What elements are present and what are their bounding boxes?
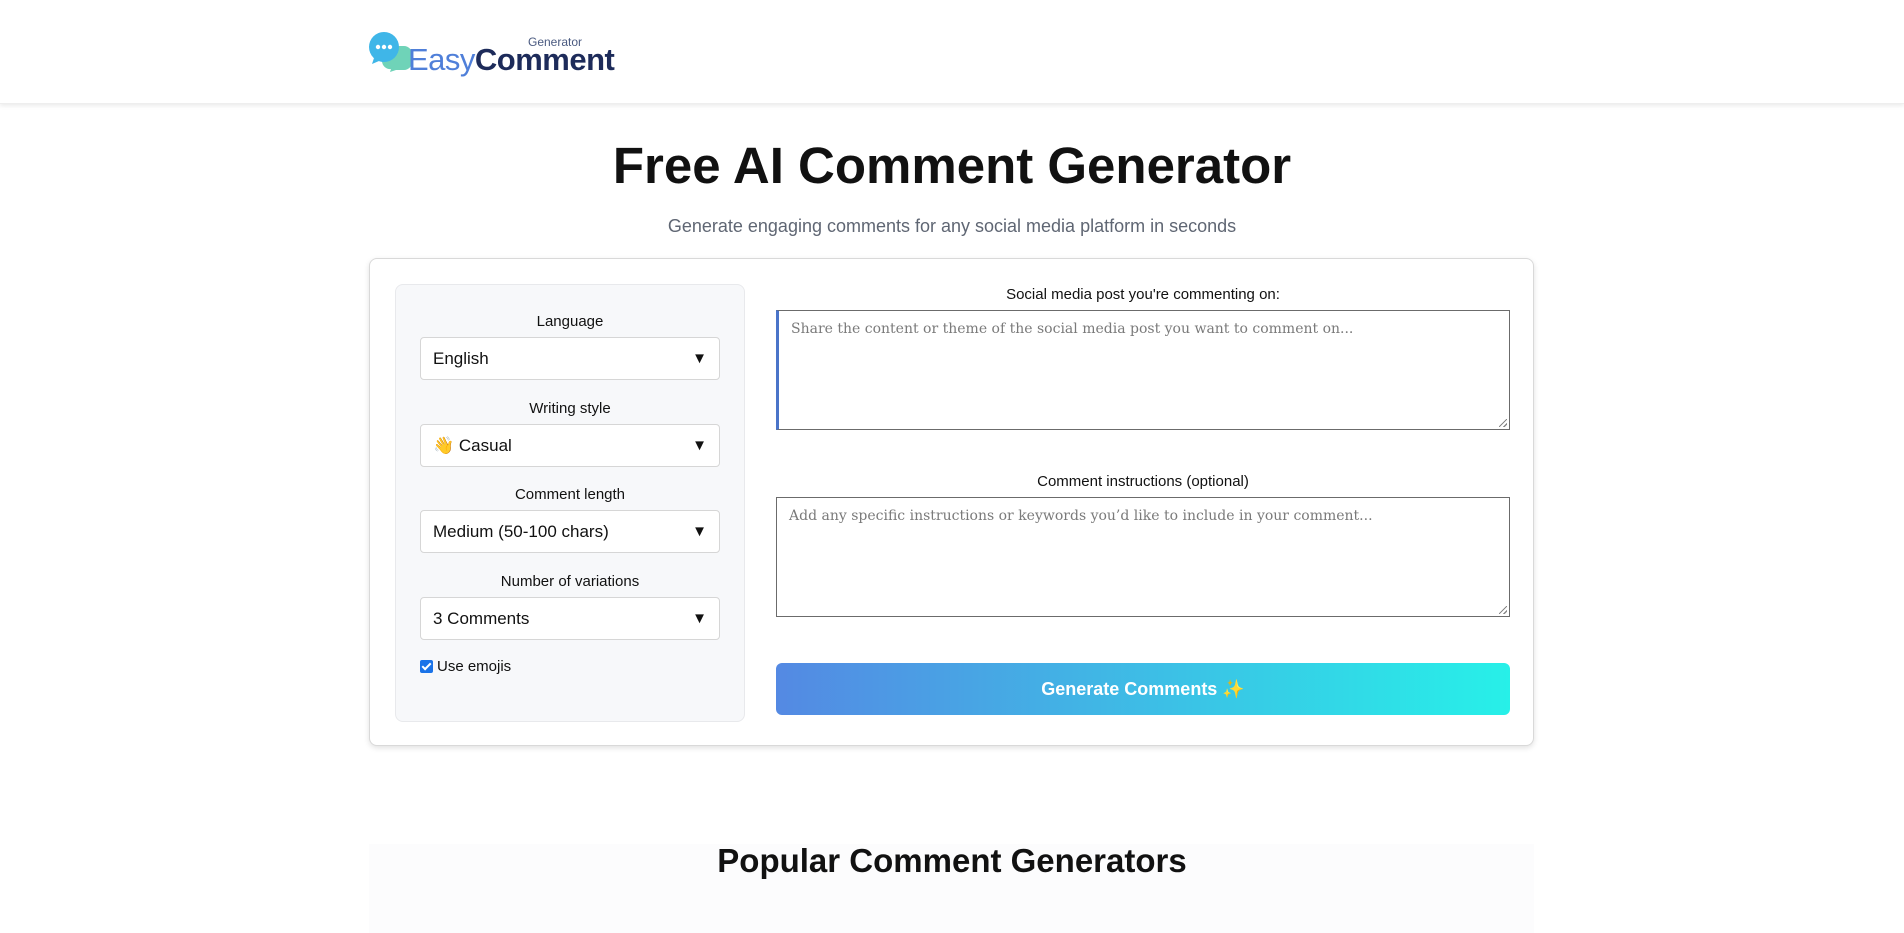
logo-wordmark: EasyComment — [408, 42, 615, 78]
chevron-down-icon: ▼ — [692, 610, 707, 627]
language-label: Language — [536, 313, 604, 330]
chevron-down-icon: ▼ — [692, 437, 707, 454]
comment-length-select[interactable]: Medium (50-100 chars) ▼ — [420, 510, 720, 553]
variations-select[interactable]: 3 Comments ▼ — [420, 597, 720, 640]
instructions-textarea[interactable]: Add any specific instructions or keyword… — [776, 497, 1510, 617]
comment-length-value: Medium (50-100 chars) — [433, 522, 609, 541]
logo-easy-text: Easy — [408, 42, 475, 77]
logo-comment-text: Comment — [474, 42, 615, 77]
writing-style-value: 👋 Casual — [433, 436, 512, 455]
use-emojis-row: Use emojis — [420, 658, 511, 675]
variations-label: Number of variations — [500, 573, 640, 590]
popular-title: Popular Comment Generators — [717, 842, 1187, 879]
site-logo[interactable]: Generator EasyComment — [368, 32, 615, 77]
page-subtitle: Generate engaging comments for any socia… — [667, 216, 1237, 236]
variations-value: 3 Comments — [433, 609, 530, 628]
settings-panel: Language English ▼ Writing style 👋 Casua… — [395, 284, 745, 722]
instructions-placeholder: Add any specific instructions or keyword… — [789, 508, 1373, 524]
use-emojis-label[interactable]: Use emojis — [437, 658, 511, 675]
post-label: Social media post you're commenting on: — [1006, 286, 1280, 303]
writing-style-label: Writing style — [529, 400, 611, 417]
resize-handle-icon[interactable] — [1499, 606, 1507, 614]
language-select[interactable]: English ▼ — [420, 337, 720, 380]
generate-comments-button[interactable]: Generate Comments ✨ — [776, 663, 1510, 715]
generator-card: Language English ▼ Writing style 👋 Casua… — [369, 258, 1534, 746]
post-textarea[interactable]: Share the content or theme of the social… — [776, 310, 1510, 430]
top-navbar: Generator EasyComment — [0, 0, 1904, 104]
resize-handle-icon[interactable] — [1499, 419, 1507, 427]
instructions-label: Comment instructions (optional) — [1037, 473, 1249, 490]
chevron-down-icon: ▼ — [692, 350, 707, 367]
use-emojis-checkbox[interactable] — [420, 660, 433, 673]
post-placeholder: Share the content or theme of the social… — [791, 321, 1354, 337]
chat-bubbles-icon — [369, 32, 412, 72]
writing-style-select[interactable]: 👋 Casual ▼ — [420, 424, 720, 467]
language-value: English — [433, 349, 489, 368]
comment-length-label: Comment length — [514, 486, 626, 503]
chevron-down-icon: ▼ — [692, 523, 707, 540]
page-title: Free AI Comment Generator — [612, 137, 1292, 194]
